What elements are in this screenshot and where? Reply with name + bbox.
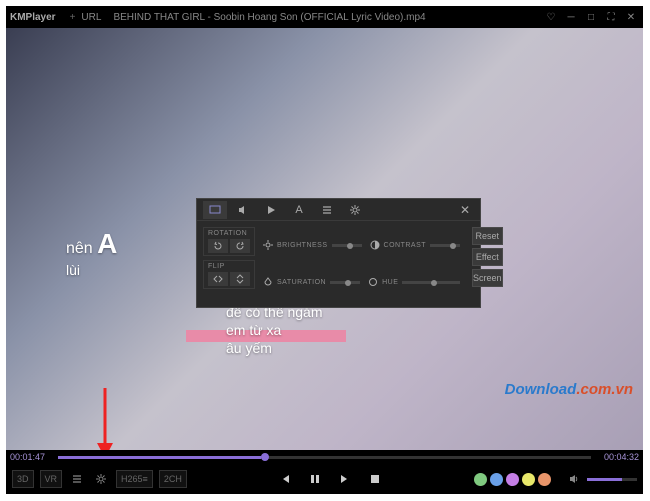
3d-button[interactable]: 3D (12, 470, 34, 488)
volume-control (565, 470, 637, 488)
rotate-cw-button[interactable] (230, 239, 250, 253)
control-box: A ✕ ROTATION FLIP (196, 198, 481, 308)
color-dot[interactable] (522, 473, 535, 486)
color-dot[interactable] (474, 473, 487, 486)
flip-group: FLIP (203, 260, 255, 289)
tab-settings[interactable] (343, 201, 367, 219)
contrast-control: CONTRAST (370, 237, 461, 255)
color-dot[interactable] (506, 473, 519, 486)
volume-slider[interactable] (587, 478, 637, 481)
channel-button[interactable]: 2CH (159, 470, 187, 488)
progress-bar-row: 00:01:47 00:04:32 (6, 450, 643, 464)
titlebar: KMPlayer + URL BEHIND THAT GIRL - Soobin… (6, 6, 643, 28)
tab-play[interactable] (259, 201, 283, 219)
watermark: Download.com.vn (505, 381, 633, 398)
contrast-icon (370, 237, 380, 255)
codec-button[interactable]: H265≡ (116, 470, 153, 488)
vr-button[interactable]: VR (40, 470, 63, 488)
tab-audio[interactable] (231, 201, 255, 219)
tab-list[interactable] (315, 201, 339, 219)
time-current: 00:01:47 (10, 452, 54, 462)
color-dots (474, 473, 551, 486)
app-logo: KMPlayer (10, 12, 56, 23)
brightness-icon (263, 237, 273, 255)
brightness-control: BRIGHTNESS (263, 237, 362, 255)
tab-subtitle[interactable]: A (287, 201, 311, 219)
tab-screen[interactable] (203, 201, 227, 219)
heart-icon[interactable]: ♡ (543, 9, 559, 25)
control-box-close[interactable]: ✕ (456, 203, 474, 217)
hue-icon (368, 274, 378, 292)
time-duration: 00:04:32 (595, 452, 639, 462)
flip-v-button[interactable] (230, 272, 250, 286)
seek-bar[interactable] (58, 456, 591, 459)
effect-button[interactable]: Effect (472, 248, 503, 266)
hue-control: HUE (368, 274, 460, 292)
bottom-controls: 3D VR H265≡ 2CH (6, 464, 643, 494)
reset-button[interactable]: Reset (472, 227, 503, 245)
color-dot[interactable] (490, 473, 503, 486)
saturation-slider[interactable] (330, 281, 360, 284)
gear-icon[interactable] (92, 470, 110, 488)
brightness-slider[interactable] (332, 244, 362, 247)
video-area[interactable]: nên A lùi để có thể ngắm em từ xa âu yếm… (6, 28, 643, 450)
rotate-ccw-button[interactable] (208, 239, 228, 253)
kmplayer-window: KMPlayer + URL BEHIND THAT GIRL - Soobin… (6, 6, 643, 494)
lyrics-overlay: nên A lùi (66, 228, 117, 278)
close-icon[interactable]: ✕ (623, 9, 639, 25)
plus-icon[interactable]: + (70, 12, 76, 23)
annotation-arrow (90, 383, 120, 450)
stop-button[interactable] (366, 470, 384, 488)
pause-button[interactable] (306, 470, 324, 488)
playlist-icon[interactable] (68, 470, 86, 488)
lyrics-overlay-2: để có thể ngắm em từ xa âu yếm (226, 303, 323, 358)
screen-button[interactable]: Screen (472, 269, 503, 287)
maximize-icon[interactable]: □ (583, 9, 599, 25)
transport-controls (276, 470, 384, 488)
next-button[interactable] (336, 470, 354, 488)
control-box-tabs: A ✕ (197, 199, 480, 221)
prev-button[interactable] (276, 470, 294, 488)
volume-icon[interactable] (565, 470, 583, 488)
contrast-slider[interactable] (430, 244, 460, 247)
color-dot[interactable] (538, 473, 551, 486)
hue-slider[interactable] (402, 281, 460, 284)
saturation-icon (263, 274, 273, 292)
minimize-icon[interactable]: ─ (563, 9, 579, 25)
fullscreen-icon[interactable]: ⛶ (603, 9, 619, 25)
window-title: BEHIND THAT GIRL - Soobin Hoang Son (OFF… (113, 12, 539, 23)
rotation-group: ROTATION (203, 227, 255, 256)
flip-h-button[interactable] (208, 272, 228, 286)
url-button[interactable]: URL (81, 12, 101, 23)
saturation-control: SATURATION (263, 274, 360, 292)
